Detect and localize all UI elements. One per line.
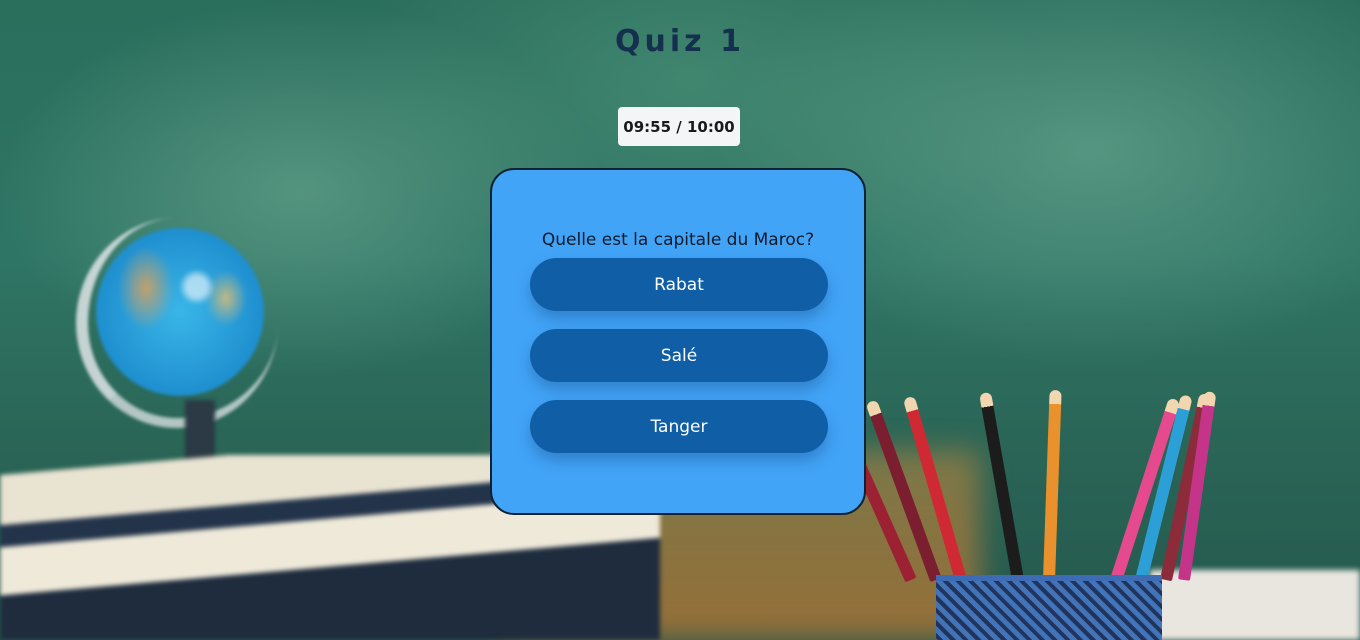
answer-button-tanger[interactable]: Tanger xyxy=(530,400,828,453)
quiz-title: Quiz 1 xyxy=(615,24,745,59)
quiz-page: Quiz 1 09:55 / 10:00 Quelle est la capit… xyxy=(0,0,1360,640)
pencil-icon xyxy=(979,391,1024,582)
pencil-icon xyxy=(1043,389,1062,581)
pencil-cup xyxy=(936,575,1162,640)
quiz-timer: 09:55 / 10:00 xyxy=(618,107,740,146)
question-text: Quelle est la capitale du Maroc? xyxy=(541,230,815,250)
background-paper xyxy=(1150,570,1360,640)
answer-button-sale[interactable]: Salé xyxy=(530,329,828,382)
answer-button-rabat[interactable]: Rabat xyxy=(530,258,828,311)
globe-icon xyxy=(96,228,264,396)
question-card: Quelle est la capitale du Maroc? Rabat S… xyxy=(490,168,866,515)
